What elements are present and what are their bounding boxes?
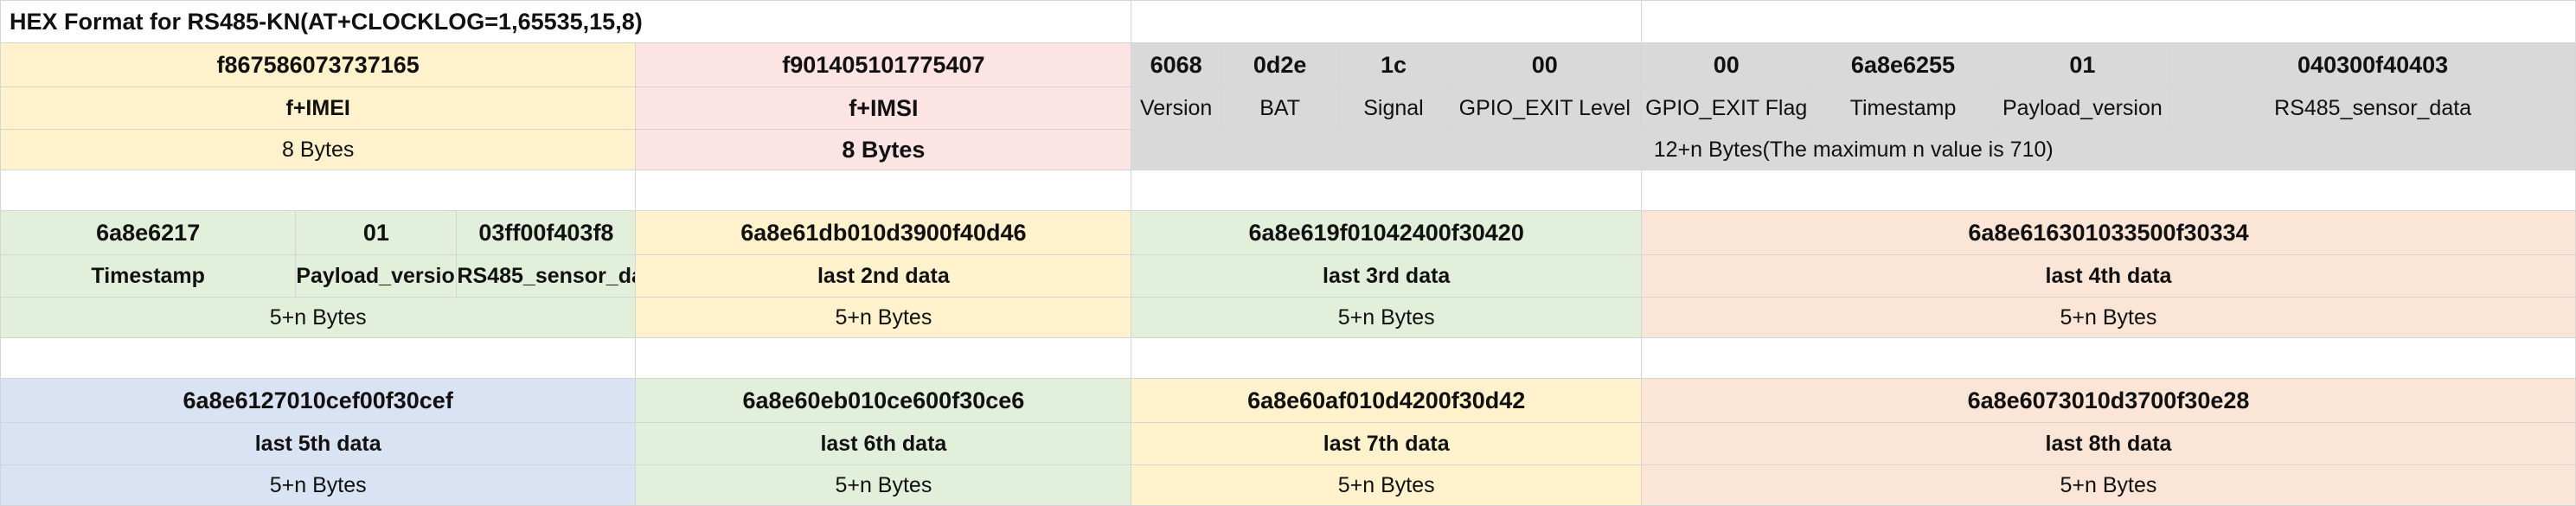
last-8th-label: last 8th data [1640, 422, 2576, 465]
imei-label: f+IMEI [0, 86, 637, 130]
last-7th-bytes: 5+n Bytes [1131, 464, 1642, 506]
rs485-sensor-data-label: RS485_sensor_data [2169, 86, 2576, 130]
first-timestamp-hex: 6a8e6217 [0, 210, 297, 255]
bat-label: BAT [1220, 86, 1340, 130]
imsi-bytes: 8 Bytes [635, 129, 1132, 170]
last-2nd-label: last 2nd data [635, 254, 1132, 298]
last-5th-bytes: 5+n Bytes [0, 464, 637, 506]
fields-bytes: 12+n Bytes(The maximum n value is 710) [1131, 129, 2576, 170]
empty-cell [1131, 170, 1642, 211]
payload-version-hex: 01 [1994, 42, 2171, 87]
last-6th-label: last 6th data [635, 422, 1132, 465]
payload-version-label: Payload_version [1994, 86, 2171, 130]
last-6th-hex: 6a8e60eb010ce600f30ce6 [635, 378, 1132, 423]
empty-cell [0, 170, 637, 211]
last-4th-bytes: 5+n Bytes [1640, 297, 2576, 338]
imsi-hex: f901405101775407 [635, 42, 1132, 87]
last-7th-hex: 6a8e60af010d4200f30d42 [1131, 378, 1642, 423]
first-payload-version-hex: 01 [295, 210, 458, 255]
version-label: Version [1131, 86, 1221, 130]
signal-label: Signal [1338, 86, 1449, 130]
empty-cell [1640, 170, 2576, 211]
bat-hex: 0d2e [1220, 42, 1340, 87]
empty-cell [0, 337, 637, 379]
imsi-label: f+IMSI [635, 86, 1132, 130]
last-4th-label: last 4th data [1640, 254, 2576, 298]
first-rs485-sensor-data-hex: 03ff00f403f8 [456, 210, 637, 255]
last-6th-bytes: 5+n Bytes [635, 464, 1132, 506]
empty-cell [1640, 337, 2576, 379]
last-2nd-hex: 6a8e61db010d3900f40d46 [635, 210, 1132, 255]
imei-hex: f867586073737165 [0, 42, 637, 87]
last-5th-label: last 5th data [0, 422, 637, 465]
empty-cell [1131, 0, 1642, 43]
timestamp-hex: 6a8e6255 [1810, 42, 1996, 87]
last-5th-hex: 6a8e6127010cef00f30cef [0, 378, 637, 423]
timestamp-label: Timestamp [1810, 86, 1996, 130]
empty-cell [1131, 337, 1642, 379]
last-3rd-bytes: 5+n Bytes [1131, 297, 1642, 338]
last-2nd-bytes: 5+n Bytes [635, 297, 1132, 338]
last-4th-hex: 6a8e616301033500f30334 [1640, 210, 2576, 255]
gpio-exit-level-hex: 00 [1447, 42, 1642, 87]
rs485-sensor-data-hex: 040300f40403 [2169, 42, 2576, 87]
last-8th-hex: 6a8e6073010d3700f30e28 [1640, 378, 2576, 423]
hex-format-table: HEX Format for RS485-KN(AT+CLOCKLOG=1,65… [0, 0, 2576, 506]
version-hex: 6068 [1131, 42, 1221, 87]
last-3rd-label: last 3rd data [1131, 254, 1642, 298]
empty-cell [635, 337, 1132, 379]
page-title: HEX Format for RS485-KN(AT+CLOCKLOG=1,65… [0, 0, 1132, 43]
first-timestamp-label: Timestamp [0, 254, 297, 298]
last-8th-bytes: 5+n Bytes [1640, 464, 2576, 506]
first-bytes: 5+n Bytes [0, 297, 637, 338]
gpio-exit-level-label: GPIO_EXIT Level [1447, 86, 1642, 130]
empty-cell [635, 170, 1132, 211]
last-3rd-hex: 6a8e619f01042400f30420 [1131, 210, 1642, 255]
first-rs485-sensor-data-label: RS485_sensor_data [456, 254, 637, 298]
empty-cell [1640, 0, 2576, 43]
gpio-exit-flag-hex: 00 [1640, 42, 1812, 87]
gpio-exit-flag-label: GPIO_EXIT Flag [1640, 86, 1812, 130]
first-payload-version-label: Payload_version [295, 254, 458, 298]
spreadsheet: HEX Format for RS485-KN(AT+CLOCKLOG=1,65… [0, 0, 2576, 506]
signal-hex: 1c [1338, 42, 1449, 87]
imei-bytes: 8 Bytes [0, 129, 637, 170]
last-7th-label: last 7th data [1131, 422, 1642, 465]
